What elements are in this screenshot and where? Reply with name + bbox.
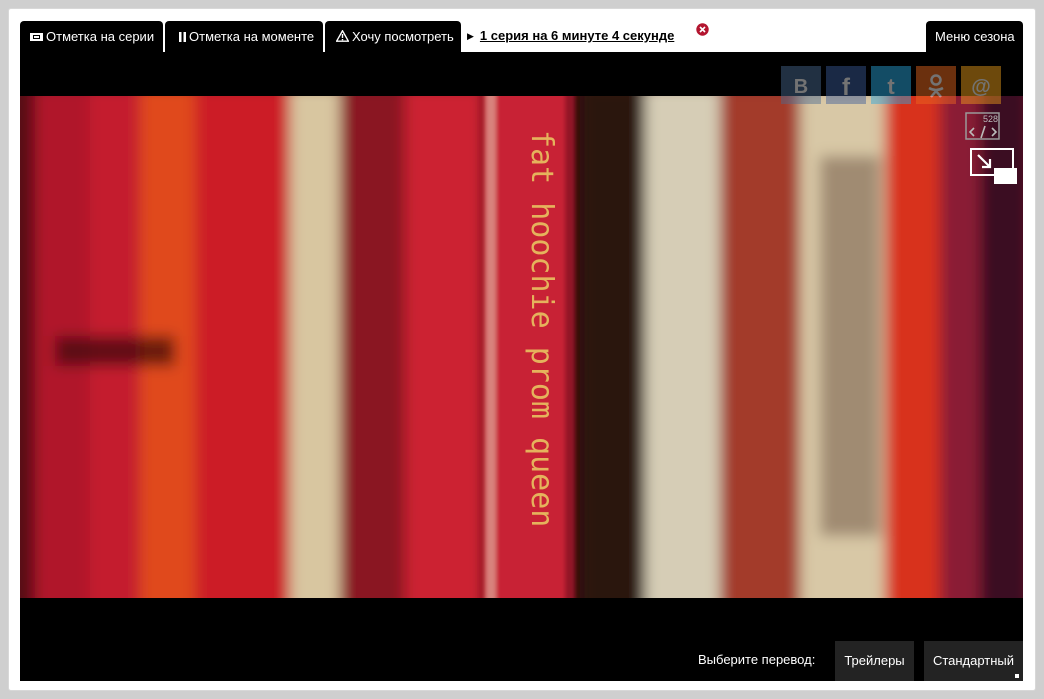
season-menu-label: Меню сезона — [935, 29, 1015, 44]
tab-bar: Отметка на серии Отметка на моменте Хочу… — [20, 20, 1023, 52]
embed-code-icon: 528 — [965, 112, 1000, 140]
translation-trailers-button[interactable]: Трейлеры — [835, 641, 914, 681]
tab-mark-moment-label: Отметка на моменте — [189, 29, 315, 44]
svg-text:B: B — [794, 76, 808, 98]
tab-mark-moment[interactable]: Отметка на моменте — [165, 21, 323, 52]
mail-icon: @ — [961, 66, 1001, 104]
share-odnoklassniki[interactable] — [916, 66, 956, 104]
tab-want-to-watch[interactable]: Хочу посмотреть — [325, 21, 461, 52]
share-facebook[interactable]: f — [826, 66, 866, 104]
warning-icon — [335, 22, 350, 53]
embed-size-label: 528 — [983, 114, 998, 124]
season-menu-button[interactable]: Меню сезона — [926, 21, 1023, 52]
tab-want-to-watch-label: Хочу посмотреть — [352, 29, 454, 44]
bookmark-position: ▶ 1 серия на 6 минуте 4 секунде — [467, 20, 674, 52]
shrink-icon — [970, 148, 1017, 184]
close-icon[interactable] — [696, 23, 709, 36]
video-image: fat hoochie prom queen — [20, 96, 1023, 598]
embed-code-button[interactable]: 528 — [965, 111, 1001, 141]
facebook-icon: f — [826, 66, 866, 104]
tab-mark-series[interactable]: Отметка на серии — [20, 21, 163, 52]
video-frame[interactable]: fat hoochie prom queen — [20, 96, 1023, 598]
svg-text:t: t — [887, 74, 895, 99]
svg-text:@: @ — [971, 76, 991, 98]
bookmark-link[interactable]: 1 серия на 6 минуте 4 секунде — [480, 28, 674, 43]
share-mail[interactable]: @ — [961, 66, 1001, 104]
video-player[interactable]: fat hoochie prom queen B f t @ 528 Выбер… — [20, 52, 1023, 681]
pause-icon — [179, 22, 186, 53]
book-spine-text: fat hoochie prom queen — [524, 130, 559, 527]
resize-player-button[interactable] — [970, 148, 1018, 186]
corner-marker — [1015, 674, 1019, 678]
translation-standard-label: Стандартный — [932, 653, 1015, 668]
svg-text:f: f — [842, 74, 851, 101]
translation-label: Выберите перевод: — [698, 652, 816, 667]
ticket-icon — [30, 22, 43, 53]
vk-icon: B — [781, 66, 821, 104]
twitter-icon: t — [871, 66, 911, 104]
share-vk[interactable]: B — [781, 66, 821, 104]
tab-mark-series-label: Отметка на серии — [46, 29, 155, 44]
odnoklassniki-icon — [916, 66, 956, 104]
share-twitter[interactable]: t — [871, 66, 911, 104]
play-icon: ▶ — [467, 31, 474, 41]
translation-standard-button[interactable]: Стандартный — [924, 641, 1023, 681]
